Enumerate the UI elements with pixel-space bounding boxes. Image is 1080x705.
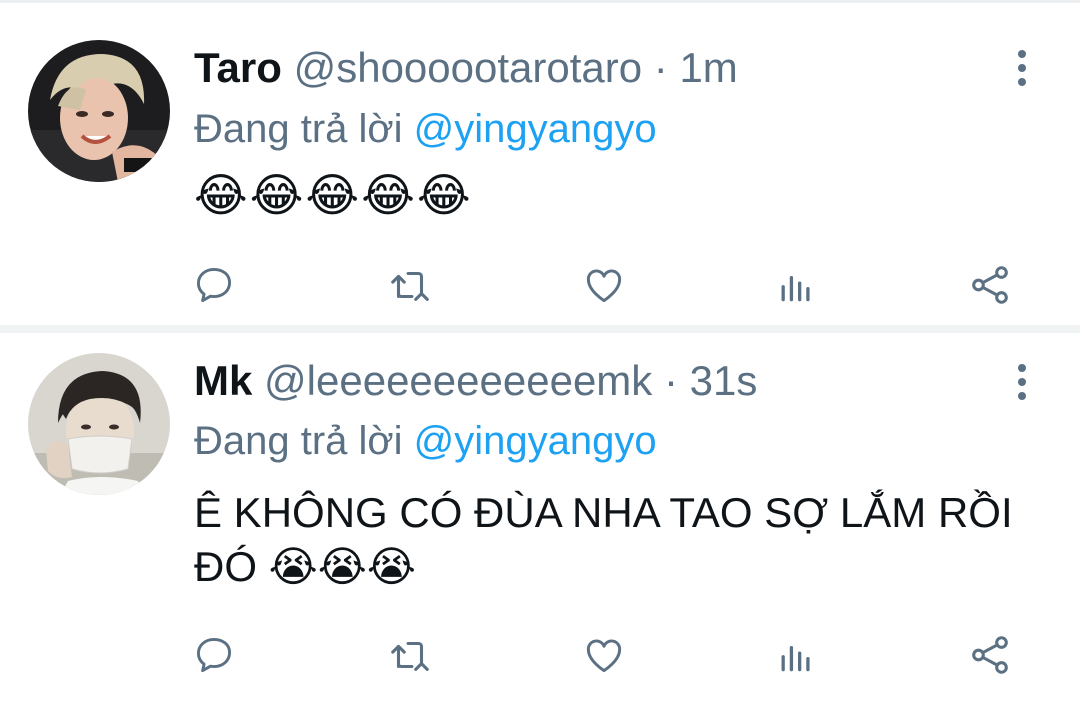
retweet-icon[interactable] (380, 255, 440, 315)
tweet-actions (0, 255, 1080, 315)
display-name[interactable]: Taro (194, 44, 282, 91)
tweet-text: Ê KHÔNG CÓ ĐÙA NHA TAO SỢ LẮM RỒI ĐÓ 😭😭😭 (194, 489, 1013, 590)
tweet-header: Mk @leeeeeeeeeeeemk · 31s (194, 356, 757, 406)
tweet-2[interactable]: Mk @leeeeeeeeeeeemk · 31s Đang trả lời @… (0, 333, 1080, 705)
mention-link[interactable]: @yingyangyo (414, 419, 657, 463)
avatar[interactable] (28, 353, 170, 495)
share-icon[interactable] (960, 625, 1020, 685)
avatar[interactable] (28, 40, 170, 182)
reply-prefix: Đang trả lời (194, 107, 403, 151)
analytics-icon[interactable] (766, 255, 826, 315)
tweet-divider (0, 325, 1080, 333)
share-icon[interactable] (960, 255, 1020, 315)
more-vertical-icon[interactable] (1000, 46, 1044, 90)
analytics-icon[interactable] (766, 625, 826, 685)
replying-to: Đang trả lời @yingyangyo (194, 105, 657, 153)
retweet-icon[interactable] (380, 625, 440, 685)
timestamp[interactable]: 31s (690, 357, 758, 404)
reply-icon[interactable] (184, 255, 244, 315)
avatar-image (28, 40, 170, 182)
replying-to: Đang trả lời @yingyangyo (194, 417, 657, 465)
separator-dot: · (653, 44, 668, 91)
reply-prefix: Đang trả lời (194, 419, 403, 463)
user-handle[interactable]: @shoooootarotaro (294, 44, 643, 91)
heart-icon[interactable] (574, 625, 634, 685)
more-vertical-icon[interactable] (1000, 360, 1044, 404)
timestamp[interactable]: 1m (679, 44, 737, 91)
tweet-text: 😂😂😂😂😂 (194, 169, 473, 221)
separator-dot: · (663, 357, 678, 404)
reply-icon[interactable] (184, 625, 244, 685)
avatar-image (28, 353, 170, 495)
tweet-actions (0, 625, 1080, 685)
user-handle[interactable]: @leeeeeeeeeeeemk (264, 357, 652, 404)
display-name[interactable]: Mk (194, 357, 252, 404)
tweet-header: Taro @shoooootarotaro · 1m (194, 43, 738, 93)
heart-icon[interactable] (574, 255, 634, 315)
mention-link[interactable]: @yingyangyo (414, 107, 657, 151)
tweet-1[interactable]: Taro @shoooootarotaro · 1m Đang trả lời … (0, 3, 1080, 325)
